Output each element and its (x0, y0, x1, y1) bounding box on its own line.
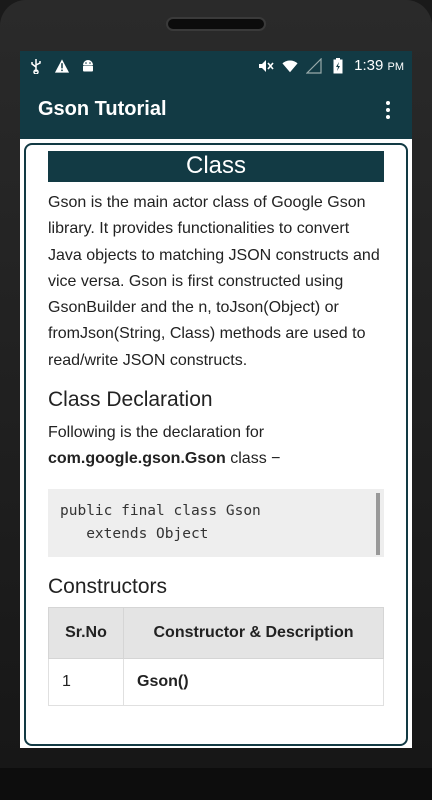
declaration-suffix: class − (230, 450, 281, 468)
declaration-class-name: com.google.gson.Gson (48, 450, 226, 468)
speaker-grille (166, 17, 266, 31)
android-icon (80, 58, 96, 74)
table-header-description: Constructor & Description (123, 606, 384, 659)
phone-bottom-bezel (0, 768, 432, 800)
page-heading: Class (48, 151, 384, 182)
constructors-heading: Constructors (48, 574, 168, 598)
clock: 1:39 PM (354, 57, 404, 74)
declaration-heading: Class Declaration (48, 388, 213, 412)
signal-icon (306, 57, 322, 74)
code-line-1: public final class Gson (60, 502, 261, 519)
table-cell-num: 1 (48, 657, 124, 706)
intro-paragraph: Gson is the main actor class of Google G… (48, 194, 380, 369)
status-bar: 1:39 PM (20, 51, 412, 80)
code-block: public final class Gson extends Object (48, 488, 384, 557)
mute-icon (258, 58, 274, 74)
app-bar: Gson Tutorial (20, 80, 412, 139)
usb-icon (28, 58, 44, 74)
declaration-prefix: Following is the declaration for (48, 424, 265, 442)
code-line-2: extends Object (60, 525, 209, 542)
app-title: Gson Tutorial (38, 98, 167, 120)
screen: 1:39 PM Gson Tutorial Class Gson is the … (20, 51, 412, 748)
warning-icon (54, 58, 70, 74)
content-card[interactable]: Class Gson is the main actor class of Go… (24, 143, 408, 746)
wifi-icon (282, 58, 298, 74)
constructors-table: Sr.No Constructor & Description 1 Gson() (48, 606, 384, 706)
table-header-srno: Sr.No (48, 606, 124, 659)
phone-frame: 1:39 PM Gson Tutorial Class Gson is the … (0, 0, 432, 800)
table-cell-desc: Gson() (123, 657, 384, 706)
table-header-row: Sr.No Constructor & Description (48, 606, 384, 659)
battery-icon (330, 57, 346, 74)
declaration-paragraph: Following is the declaration for com.goo… (48, 420, 384, 473)
content-scroll-area: Class Gson is the main actor class of Go… (26, 145, 406, 706)
code-scrollbar[interactable] (376, 492, 380, 555)
table-row: 1 Gson() (48, 657, 384, 706)
overflow-menu-icon[interactable] (382, 97, 394, 123)
